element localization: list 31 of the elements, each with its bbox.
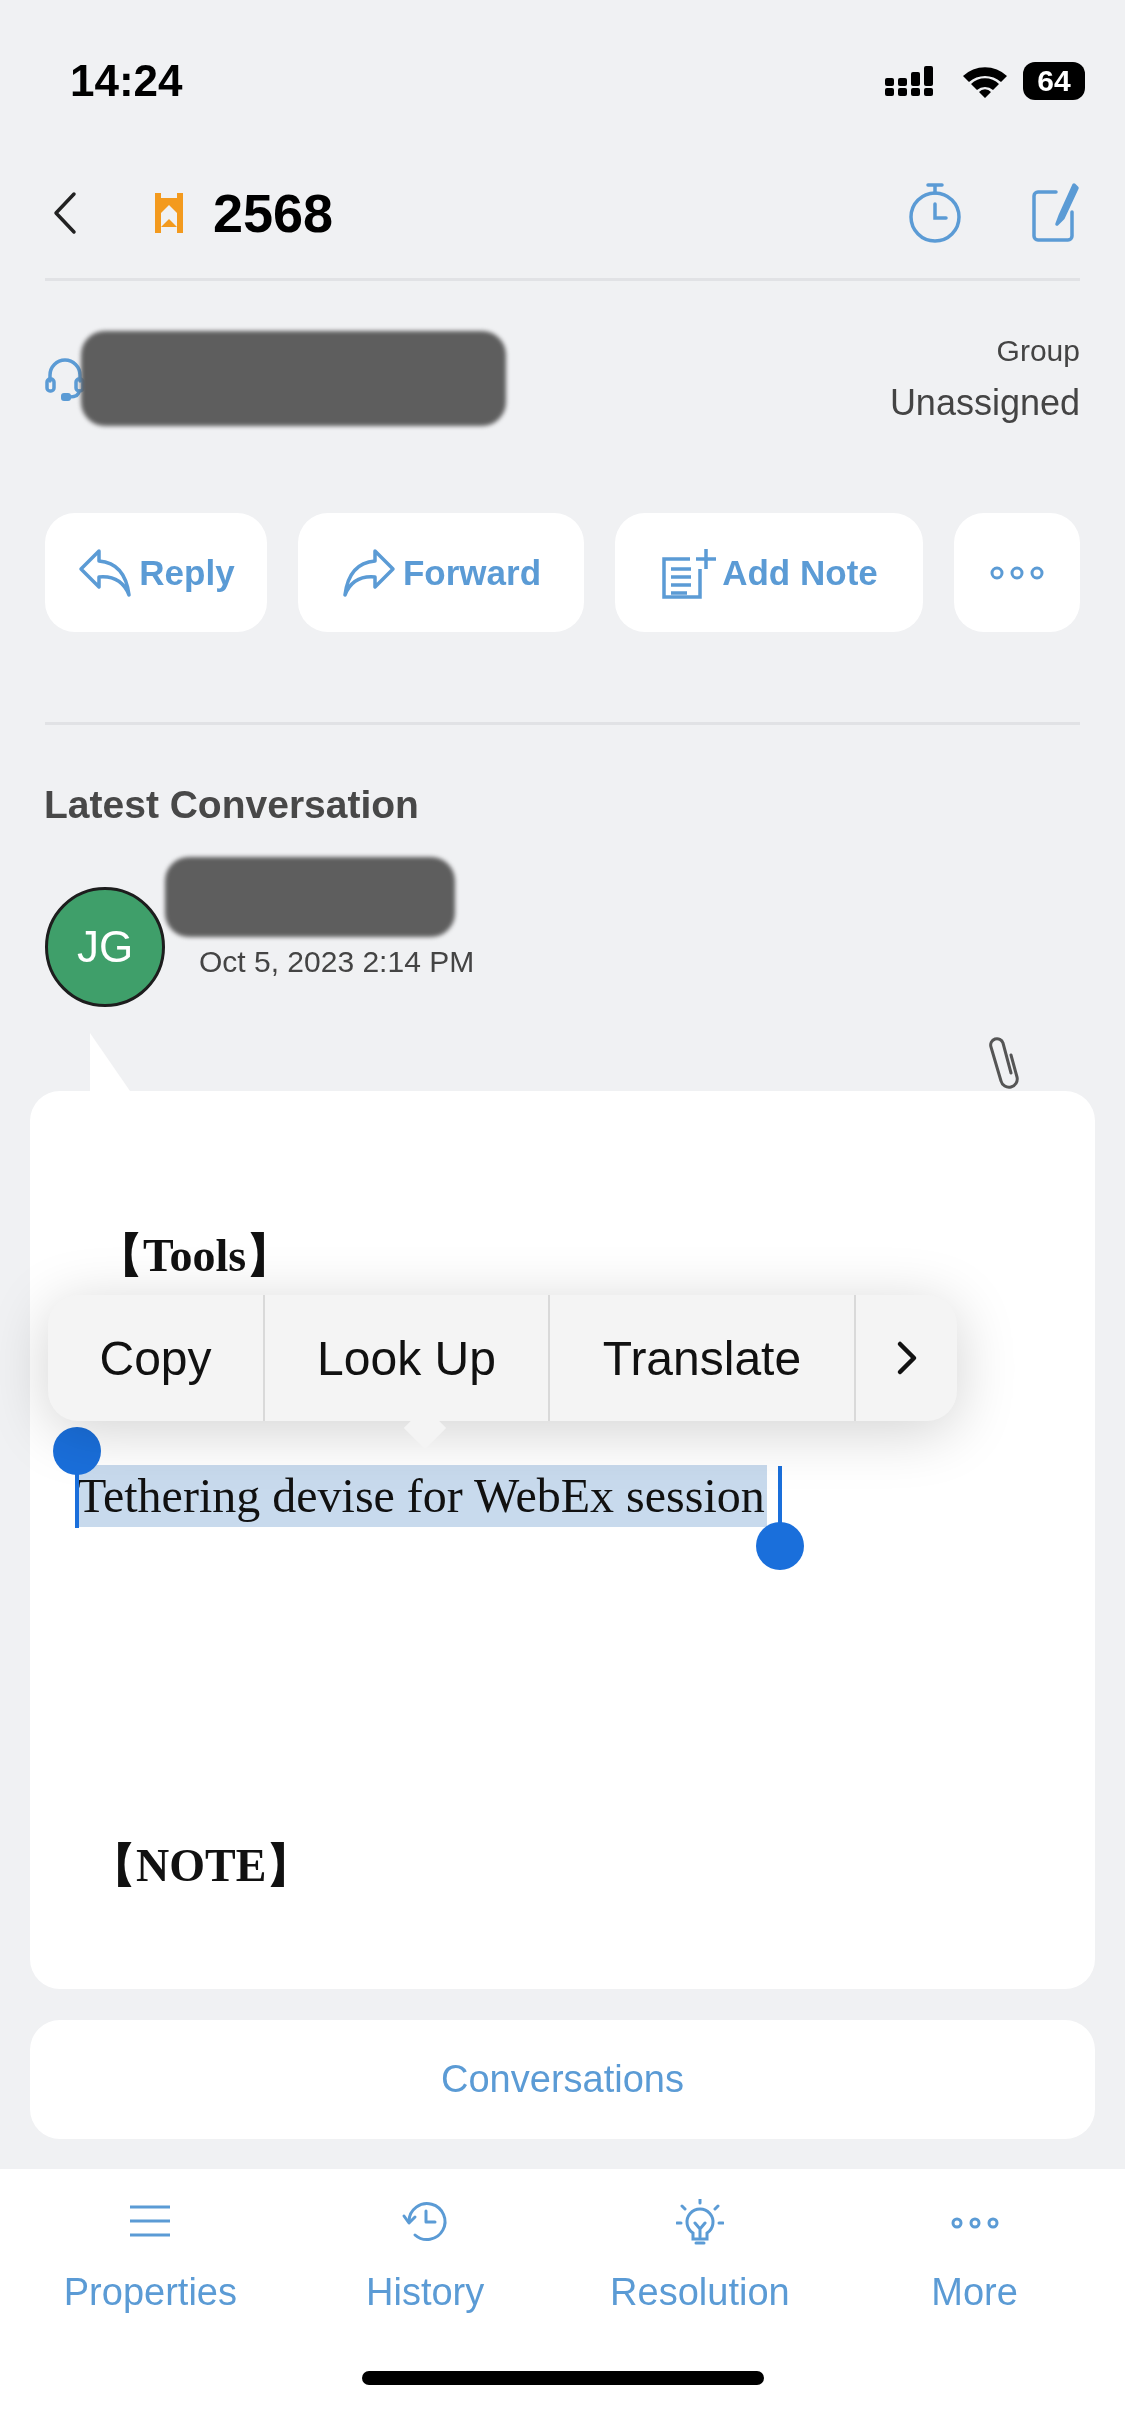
ticket-number: 2568 xyxy=(213,182,334,244)
group-label: Group xyxy=(995,333,1080,368)
back-icon[interactable] xyxy=(52,191,78,235)
tab-button[interactable]: Properties xyxy=(13,2169,288,2315)
tab-button[interactable]: Resolution xyxy=(562,2169,838,2315)
timer-icon[interactable] xyxy=(908,182,962,244)
tab-button[interactable]: More xyxy=(837,2169,1112,2315)
reply-button[interactable]: Reply xyxy=(45,513,267,632)
conversations-button[interactable]: Conversations xyxy=(30,2020,1095,2139)
ticket-icon xyxy=(155,193,183,233)
note-button[interactable]: Add Note xyxy=(615,513,923,632)
chevron-icon xyxy=(895,1340,918,1376)
lightbulb-icon xyxy=(675,2199,724,2247)
tab-button[interactable]: History xyxy=(287,2169,563,2315)
message-text: 【NOTE】 xyxy=(90,1839,313,1893)
more-icon xyxy=(990,565,1044,580)
more-icon xyxy=(950,2215,999,2231)
wifi-icon xyxy=(961,64,1009,98)
note-icon xyxy=(660,546,719,599)
message-text: 【Tools】 xyxy=(97,1229,293,1283)
avatar: JG xyxy=(45,887,165,1007)
message-date: Oct 5, 2023 2:14 PM xyxy=(199,945,475,979)
clock-time: 14:24 xyxy=(70,56,183,106)
battery-level: 64 xyxy=(1037,64,1071,98)
selected-text: Tethering devise for WebEx session xyxy=(77,1465,767,1527)
forward-button[interactable]: Forward xyxy=(298,513,584,632)
edit-icon[interactable] xyxy=(1030,182,1080,244)
menu-item[interactable]: Copy xyxy=(48,1295,265,1421)
section-heading: Latest Conversation xyxy=(43,782,420,827)
group-value: Unassigned xyxy=(889,381,1080,424)
menu-item[interactable]: Translate xyxy=(550,1295,856,1421)
